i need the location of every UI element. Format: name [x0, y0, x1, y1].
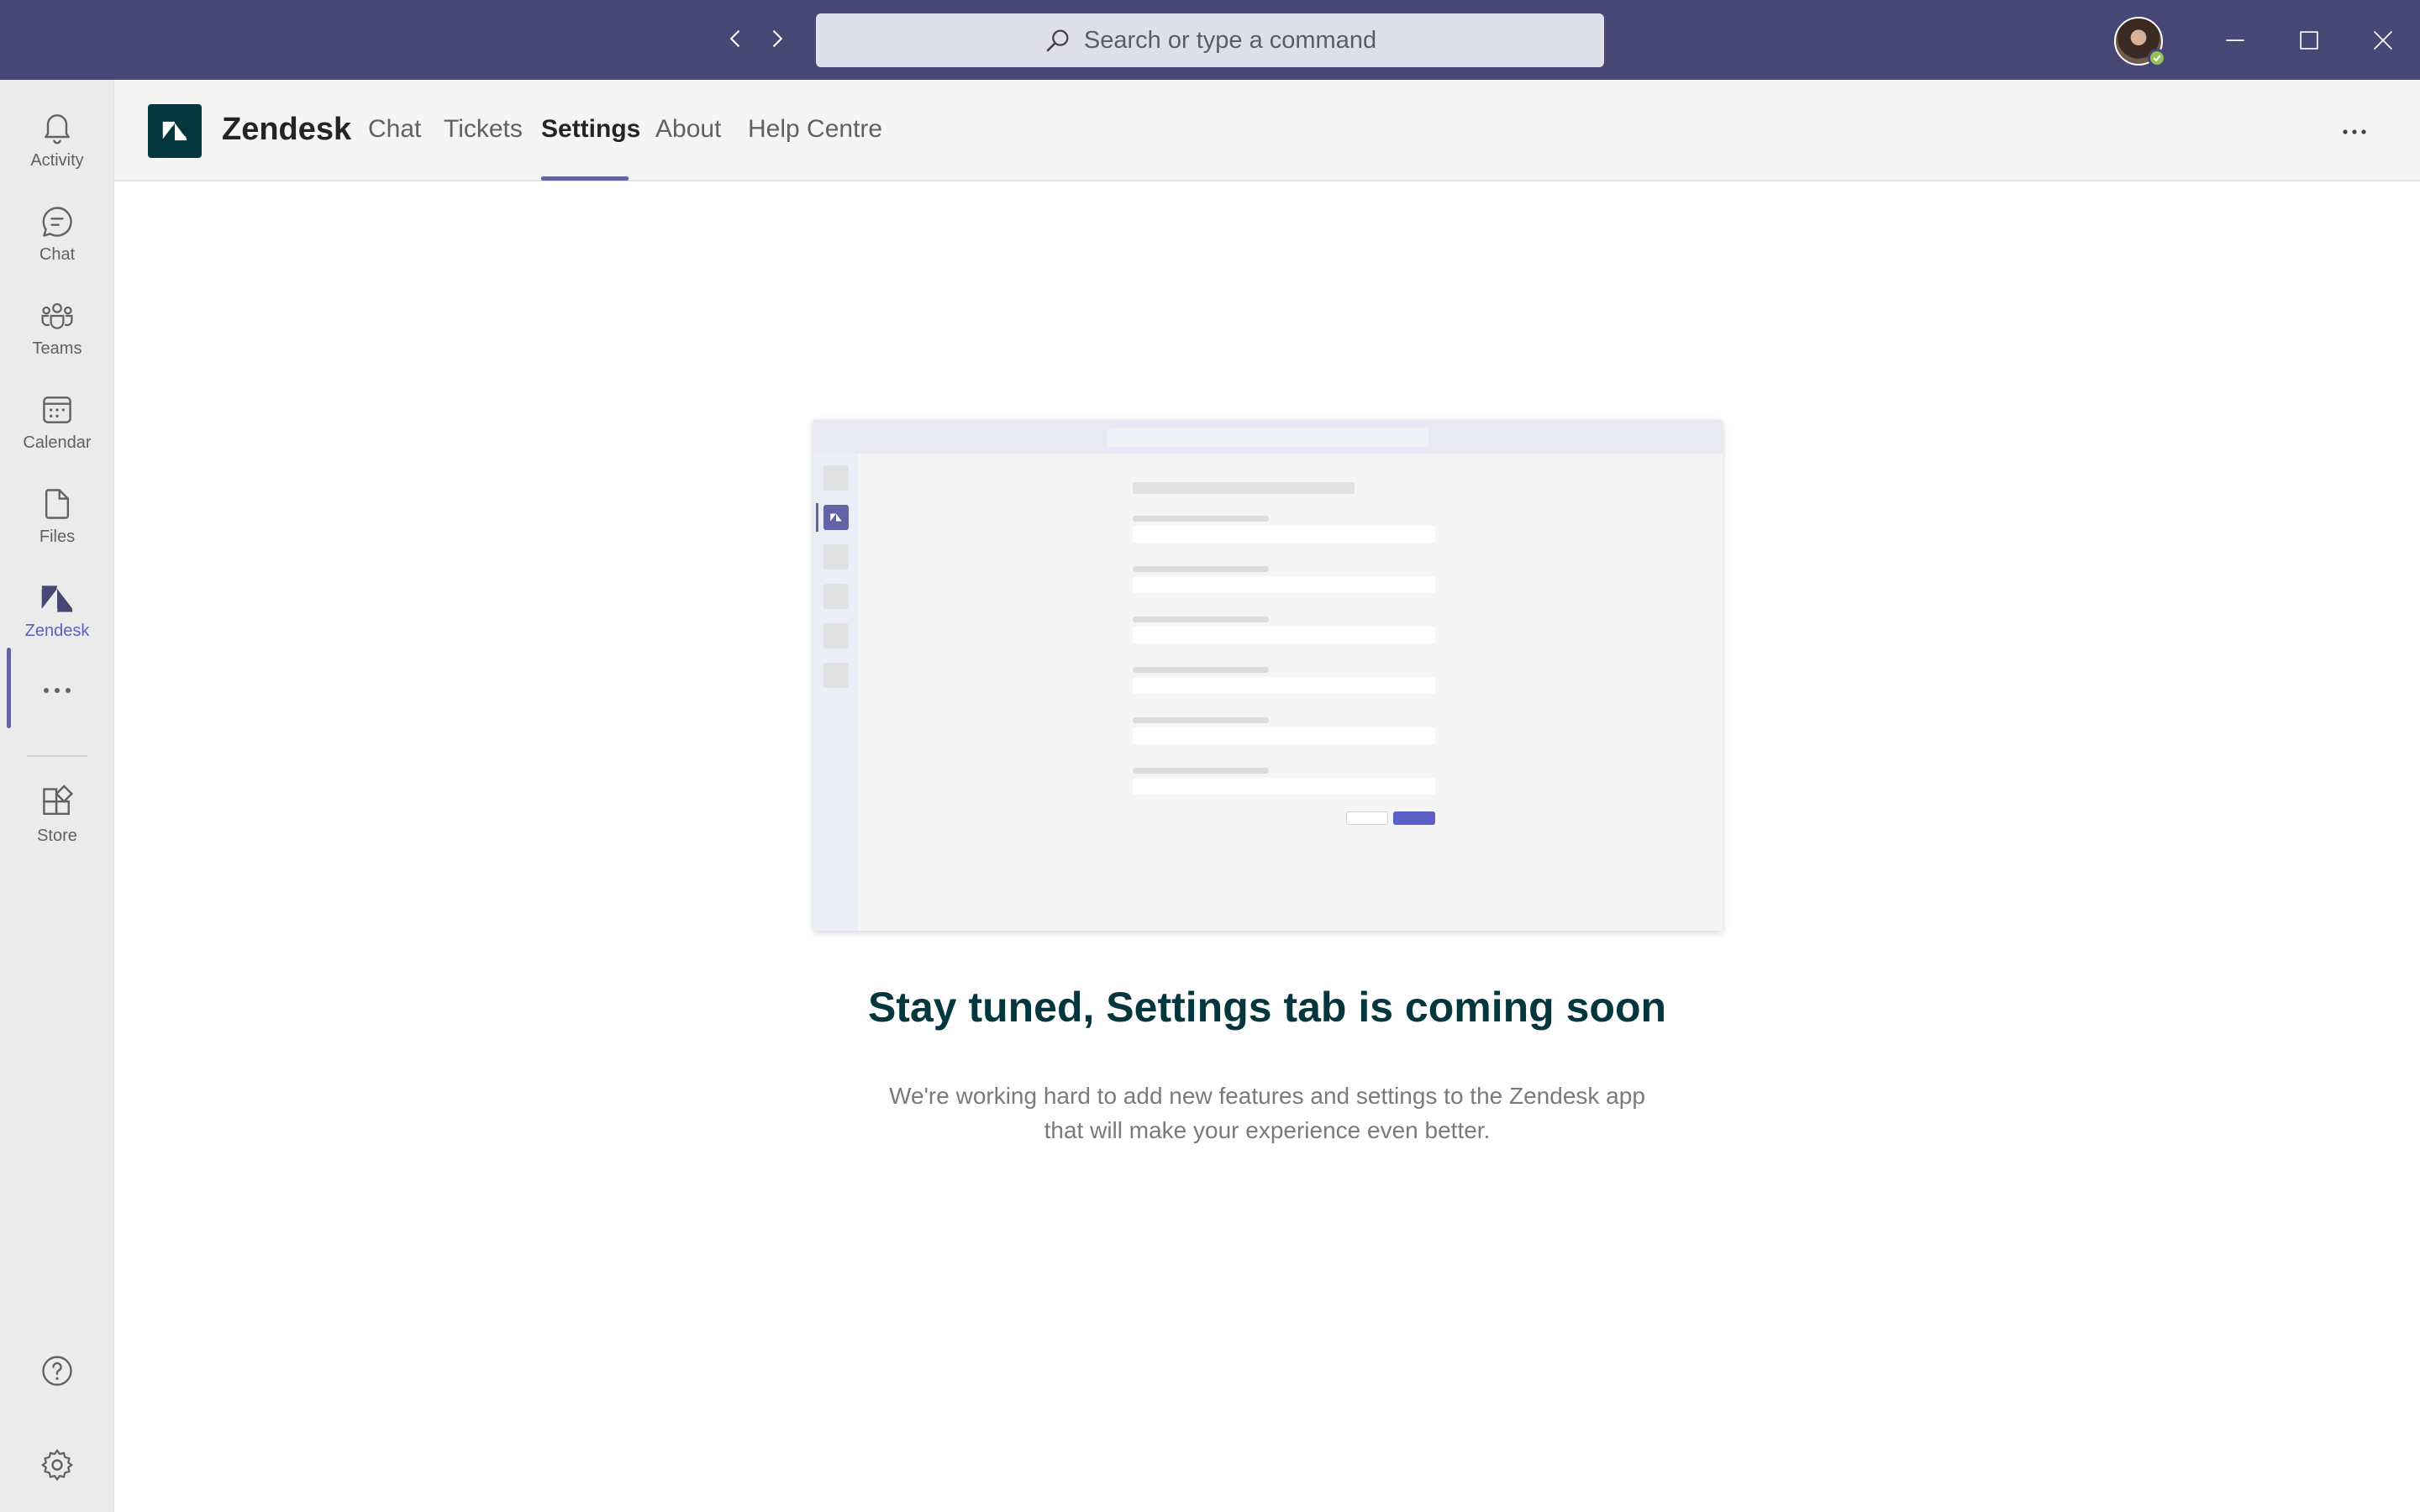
- illustration-form-label: [1133, 566, 1269, 572]
- zendesk-icon: [830, 513, 842, 522]
- minimize-icon: [2226, 39, 2244, 41]
- presence-available-icon: [2148, 49, 2166, 67]
- settings-button[interactable]: [0, 1427, 114, 1503]
- illustration-form-label: [1133, 768, 1269, 774]
- illustration-form-label: [1133, 667, 1269, 673]
- rail-item-files[interactable]: Files: [0, 472, 114, 559]
- illustration-form-field: [1133, 576, 1435, 593]
- rail-item-chat[interactable]: Chat: [0, 190, 114, 277]
- tab-chat[interactable]: Chat: [368, 115, 421, 144]
- bell-icon: [45, 113, 70, 144]
- settings-placeholder-illustration: [813, 420, 1723, 931]
- rail-label-store: Store: [37, 826, 77, 845]
- rail-item-teams[interactable]: Teams: [0, 284, 114, 371]
- illustration-rail-item: [823, 544, 849, 570]
- rail-label-teams: Teams: [32, 339, 82, 358]
- illustration-rail-item: [823, 623, 849, 648]
- maximize-button[interactable]: [2272, 0, 2346, 80]
- rail-label-activity: Activity: [30, 150, 84, 170]
- search-icon: [1046, 29, 1069, 52]
- illustration-rail-indicator: [816, 503, 818, 532]
- tab-help-centre[interactable]: Help Centre: [748, 115, 882, 144]
- illustration-rail-zendesk: [823, 505, 849, 530]
- back-button[interactable]: [718, 20, 755, 57]
- help-button[interactable]: [0, 1333, 114, 1409]
- coming-soon-description: We're working hard to add new features a…: [889, 1083, 1645, 1143]
- zendesk-icon: [41, 585, 73, 612]
- gear-icon: [41, 1449, 73, 1481]
- tab-about[interactable]: About: [655, 115, 721, 144]
- illustration-form-title: [1133, 482, 1355, 494]
- illustration-form-field: [1133, 778, 1435, 795]
- file-icon: [45, 488, 70, 519]
- illustration-rail-item: [823, 663, 849, 688]
- illustration-rail-item: [823, 584, 849, 609]
- zendesk-logo: [148, 104, 202, 158]
- tab-settings[interactable]: Settings: [541, 115, 640, 144]
- illustration-rail-item: [823, 465, 849, 491]
- rail-more-apps-button[interactable]: [0, 669, 114, 712]
- more-options-button[interactable]: [2333, 110, 2376, 154]
- illustration-form-field: [1133, 677, 1435, 694]
- chevron-right-icon: [772, 29, 783, 48]
- tab-tickets[interactable]: Tickets: [444, 115, 523, 144]
- avatar[interactable]: [2114, 17, 2166, 67]
- rail-item-zendesk[interactable]: Zendesk: [0, 566, 114, 654]
- forward-button[interactable]: [758, 20, 795, 57]
- close-button[interactable]: [2346, 0, 2420, 80]
- calendar-icon: [43, 396, 71, 423]
- rail-label-zendesk: Zendesk: [24, 621, 90, 640]
- illustration-search: [1107, 428, 1428, 447]
- rail-item-calendar[interactable]: Calendar: [0, 378, 114, 465]
- rail-divider: [27, 755, 87, 757]
- maximize-icon: [2300, 30, 2318, 50]
- store-icon: [43, 784, 74, 815]
- illustration-form-field: [1133, 627, 1435, 643]
- app-rail: Activity Chat Teams Calendar Files Zende…: [0, 80, 114, 1512]
- rail-label-chat: Chat: [39, 244, 76, 264]
- illustration-form-label: [1133, 717, 1269, 723]
- illustration-form-label: [1133, 516, 1269, 522]
- search-input[interactable]: Search or type a command: [816, 13, 1604, 67]
- illustration-form-label: [1133, 617, 1269, 622]
- illustration-cancel-button: [1346, 811, 1388, 825]
- title-bar: Search or type a command: [0, 0, 2420, 80]
- illustration-form-field: [1133, 526, 1435, 543]
- more-horizontal-icon: [44, 688, 71, 693]
- rail-item-store[interactable]: Store: [0, 771, 114, 858]
- illustration-save-button: [1393, 811, 1435, 825]
- chat-icon: [42, 206, 72, 237]
- rail-label-files: Files: [39, 527, 76, 546]
- close-icon: [2373, 30, 2393, 50]
- search-placeholder: Search or type a command: [1083, 26, 1377, 54]
- teams-icon: [41, 302, 73, 329]
- rail-item-activity[interactable]: Activity: [0, 96, 114, 183]
- help-icon: [42, 1356, 72, 1386]
- zendesk-logo-icon: [162, 121, 187, 141]
- app-header: Zendesk Chat Tickets Settings About Help…: [114, 80, 2420, 181]
- rail-label-calendar: Calendar: [23, 433, 92, 452]
- more-horizontal-icon: [2343, 129, 2366, 134]
- illustration-form-field: [1133, 727, 1435, 744]
- active-tab-indicator: [541, 176, 629, 181]
- app-title: Zendesk: [222, 112, 352, 147]
- minimize-button[interactable]: [2198, 0, 2272, 80]
- coming-soon-headline: Stay tuned, Settings tab is coming soon: [867, 984, 1667, 1031]
- chevron-left-icon: [729, 29, 740, 48]
